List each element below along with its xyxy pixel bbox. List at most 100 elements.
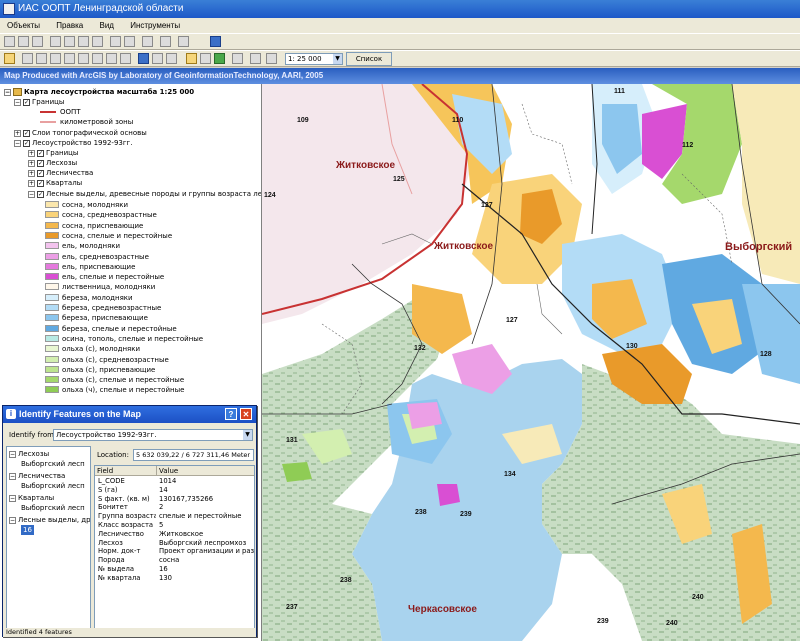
map-list-button[interactable]: Список карт [346,52,392,75]
copy-icon[interactable] [78,36,89,47]
attribute-row[interactable]: Класс возраста 5 [95,521,254,530]
paste-icon[interactable] [92,36,103,47]
cut-icon[interactable] [64,36,75,47]
checkbox[interactable]: ✓ [37,149,44,157]
tree-node[interactable]: − Лесничества [9,471,65,481]
attribute-row[interactable]: Норм. док-т Проект организации и развит [95,547,254,556]
identify-icon[interactable] [186,53,197,64]
chevron-down-icon[interactable]: ▼ [333,54,342,64]
checkbox[interactable]: ✓ [23,139,30,147]
menu-tools[interactable]: Инструменты [123,18,187,33]
fixed-zoom-out-icon[interactable] [78,53,89,64]
expand-icon[interactable]: + [28,179,35,187]
collapse-icon[interactable]: − [9,472,16,480]
checkbox[interactable]: ✓ [37,190,44,198]
undo-icon[interactable] [110,36,121,47]
close-button[interactable]: ✕ [240,408,252,420]
checkbox[interactable]: ✓ [37,169,44,177]
collapse-icon[interactable]: − [4,88,11,96]
scale-select[interactable]: 1: 25 000 ▼ [285,53,343,65]
pan-icon[interactable] [50,53,61,64]
toc-root[interactable]: − Карта лесоустройства масштаба 1:25 000 [4,87,194,97]
new-icon[interactable] [4,36,15,47]
collapse-icon[interactable]: − [14,98,21,106]
find-icon[interactable] [200,53,211,64]
toc-topo[interactable]: + ✓ Слои топографической основы [14,128,147,138]
overview-icon[interactable] [4,53,15,64]
print-icon[interactable] [50,36,61,47]
hyperlink-icon[interactable] [214,53,225,64]
measure-icon[interactable] [232,53,243,64]
print-map-icon[interactable] [266,53,277,64]
checkbox[interactable]: ✓ [37,179,44,187]
checkbox[interactable]: ✓ [23,98,30,106]
attribute-row[interactable]: S факт. (кв. м) 130167,735266 [95,495,254,504]
tree-leaf-selected[interactable]: 16 [21,525,34,535]
toc-sublayer[interactable]: + ✓ Лесхозы [28,158,77,168]
toc-sublayer[interactable]: + ✓ Границы [28,148,78,158]
collapse-icon[interactable]: − [9,516,16,524]
menu-objects[interactable]: Объекты [0,18,47,33]
field-column-header[interactable]: Field [95,466,157,476]
back-extent-icon[interactable] [106,53,117,64]
attribute-row[interactable]: Лесхоз Выборгский леспромхоз [95,539,254,548]
add-layer-icon[interactable] [142,36,153,47]
attribute-row[interactable]: Лесничество Житковское [95,529,254,539]
layout-icon[interactable] [178,36,189,47]
attribute-row[interactable]: № выдела 16 [95,565,254,574]
identify-dialog-title-bar[interactable]: i Identify Features on the Map ? ✕ [3,406,256,423]
chevron-down-icon[interactable]: ▼ [243,430,252,440]
full-extent-icon[interactable] [92,53,103,64]
export-icon[interactable] [250,53,261,64]
location-field[interactable]: 5 632 039,22 / 6 727 311,46 Meter [133,449,254,461]
value-column-header[interactable]: Value [157,466,254,476]
collapse-icon[interactable]: − [9,494,16,502]
attribute-row[interactable]: № квартала 130 [95,574,254,583]
table-icon[interactable] [160,36,171,47]
attribute-value: Житковское [159,529,204,538]
attribute-row[interactable]: L_CODE 1014 [95,477,254,486]
attribute-table[interactable]: Field Value L_CODE 1014 S (га) 14 S факт. (к… [94,465,255,632]
expand-icon[interactable]: + [14,129,21,137]
collapse-icon[interactable]: − [9,450,16,458]
forward-extent-icon[interactable] [120,53,131,64]
menu-view[interactable]: Вид [93,18,121,33]
checkbox[interactable]: ✓ [23,129,30,137]
collapse-icon[interactable]: − [14,139,21,147]
globe-icon[interactable] [138,53,149,64]
tree-node[interactable]: − Лесные выделы, дре [9,515,90,525]
tree-leaf[interactable]: Выборгский лесп [21,481,85,491]
zoom-out-icon[interactable] [36,53,47,64]
save-icon[interactable] [32,36,43,47]
attribute-row[interactable]: Группа возраста спелые и перестойные [95,512,254,521]
help-icon[interactable] [210,36,221,47]
redo-icon[interactable] [124,36,135,47]
map-view[interactable]: Житковское Житковское Выборгский Черкасо… [262,84,800,641]
select-arrow-icon[interactable] [152,53,163,64]
identify-results-tree[interactable]: − Лесхозы Выборгский лесп − Лесничества Вы… [6,446,91,632]
collapse-icon[interactable]: − [28,190,35,198]
identify-from-select[interactable]: Лесоустройство 1992-93гг. ▼ [53,429,253,441]
attribute-row[interactable]: S (га) 14 [95,486,254,495]
tree-node[interactable]: − Кварталы [9,493,54,503]
tree-node[interactable]: − Лесхозы [9,449,49,459]
attribute-row[interactable]: Бонитет 2 [95,503,254,512]
checkbox[interactable]: ✓ [37,159,44,167]
select-features-icon[interactable] [166,53,177,64]
tree-leaf[interactable]: Выборгский лесп [21,459,85,469]
zoom-in-icon[interactable] [22,53,33,64]
expand-icon[interactable]: + [28,149,35,157]
expand-icon[interactable]: + [28,159,35,167]
tree-leaf[interactable]: Выборгский лесп [21,503,85,513]
attribute-row[interactable]: Порода сосна [95,556,254,565]
open-icon[interactable] [18,36,29,47]
help-button[interactable]: ? [225,408,237,420]
toc-forestry[interactable]: − ✓ Лесоустройство 1992-93гг. [14,138,132,148]
toc-sublayer[interactable]: + ✓ Кварталы [28,178,82,188]
menu-edit[interactable]: Правка [49,18,90,33]
expand-icon[interactable]: + [28,169,35,177]
fixed-zoom-in-icon[interactable] [64,53,75,64]
toc-boundaries[interactable]: − ✓ Границы [14,97,64,107]
toc-sublayer[interactable]: + ✓ Лесничества [28,168,93,178]
toc-stands[interactable]: − ✓ Лесные выделы, древесные породы и груп… [28,189,261,199]
